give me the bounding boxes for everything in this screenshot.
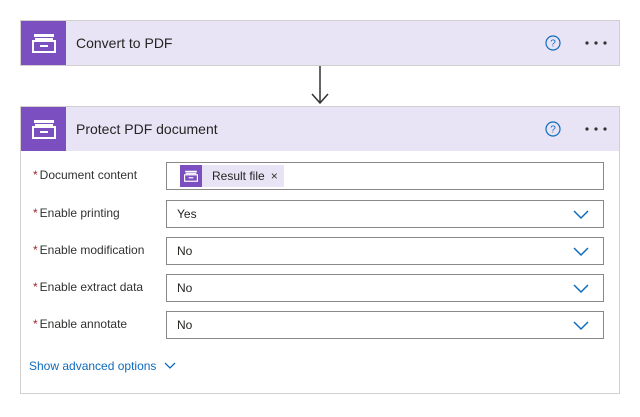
svg-text:?: ? bbox=[550, 125, 556, 136]
arrow-down-icon bbox=[311, 66, 329, 105]
field-label: * Document content bbox=[33, 168, 138, 182]
dropdown-value: No bbox=[177, 318, 193, 332]
show-advanced-options-link[interactable]: Show advanced options bbox=[29, 359, 176, 373]
action-title: Protect PDF document bbox=[76, 121, 218, 137]
help-icon[interactable]: ? bbox=[545, 121, 561, 137]
document-content-input[interactable]: Result file × bbox=[166, 162, 604, 190]
enable-modification-dropdown[interactable]: No bbox=[166, 237, 604, 265]
chevron-down-icon bbox=[164, 362, 176, 369]
chevron-down-icon bbox=[573, 321, 589, 331]
svg-text:?: ? bbox=[550, 39, 556, 50]
more-options-icon[interactable] bbox=[585, 127, 607, 131]
field-enable-annotate: * Enable annotate No bbox=[21, 311, 619, 341]
help-icon[interactable]: ? bbox=[545, 35, 561, 51]
field-enable-extract-data: * Enable extract data No bbox=[21, 274, 619, 304]
advanced-options-label: Show advanced options bbox=[29, 359, 157, 373]
action-title: Convert to PDF bbox=[76, 35, 173, 51]
more-options-icon[interactable] bbox=[585, 41, 607, 45]
field-enable-printing: * Enable printing Yes bbox=[21, 200, 619, 230]
enable-extract-data-dropdown[interactable]: No bbox=[166, 274, 604, 302]
dropdown-value: Yes bbox=[177, 207, 197, 221]
field-label: * Enable annotate bbox=[33, 317, 128, 331]
dropdown-value: No bbox=[177, 244, 193, 258]
token-remove-button[interactable]: × bbox=[271, 169, 278, 183]
enable-printing-dropdown[interactable]: Yes bbox=[166, 200, 604, 228]
enable-annotate-dropdown[interactable]: No bbox=[166, 311, 604, 339]
dropdown-value: No bbox=[177, 281, 193, 295]
field-document-content: * Document content Result file × bbox=[21, 162, 619, 192]
archive-box-icon bbox=[180, 165, 202, 187]
field-label: * Enable modification bbox=[33, 243, 145, 257]
action-header[interactable]: Protect PDF document ? bbox=[21, 107, 619, 151]
archive-box-icon bbox=[21, 107, 66, 151]
action-header[interactable]: Convert to PDF ? bbox=[21, 21, 619, 65]
action-card-convert-to-pdf: Convert to PDF ? bbox=[20, 20, 620, 66]
archive-box-icon bbox=[21, 21, 66, 65]
dynamic-content-token[interactable]: Result file × bbox=[180, 165, 284, 187]
field-enable-modification: * Enable modification No bbox=[21, 237, 619, 267]
action-card-protect-pdf: Protect PDF document ? * Document content bbox=[20, 106, 620, 394]
chevron-down-icon bbox=[573, 247, 589, 257]
field-label: * Enable printing bbox=[33, 206, 120, 220]
chevron-down-icon bbox=[573, 210, 589, 220]
token-label: Result file bbox=[212, 169, 265, 183]
field-label: * Enable extract data bbox=[33, 280, 144, 294]
chevron-down-icon bbox=[573, 284, 589, 294]
